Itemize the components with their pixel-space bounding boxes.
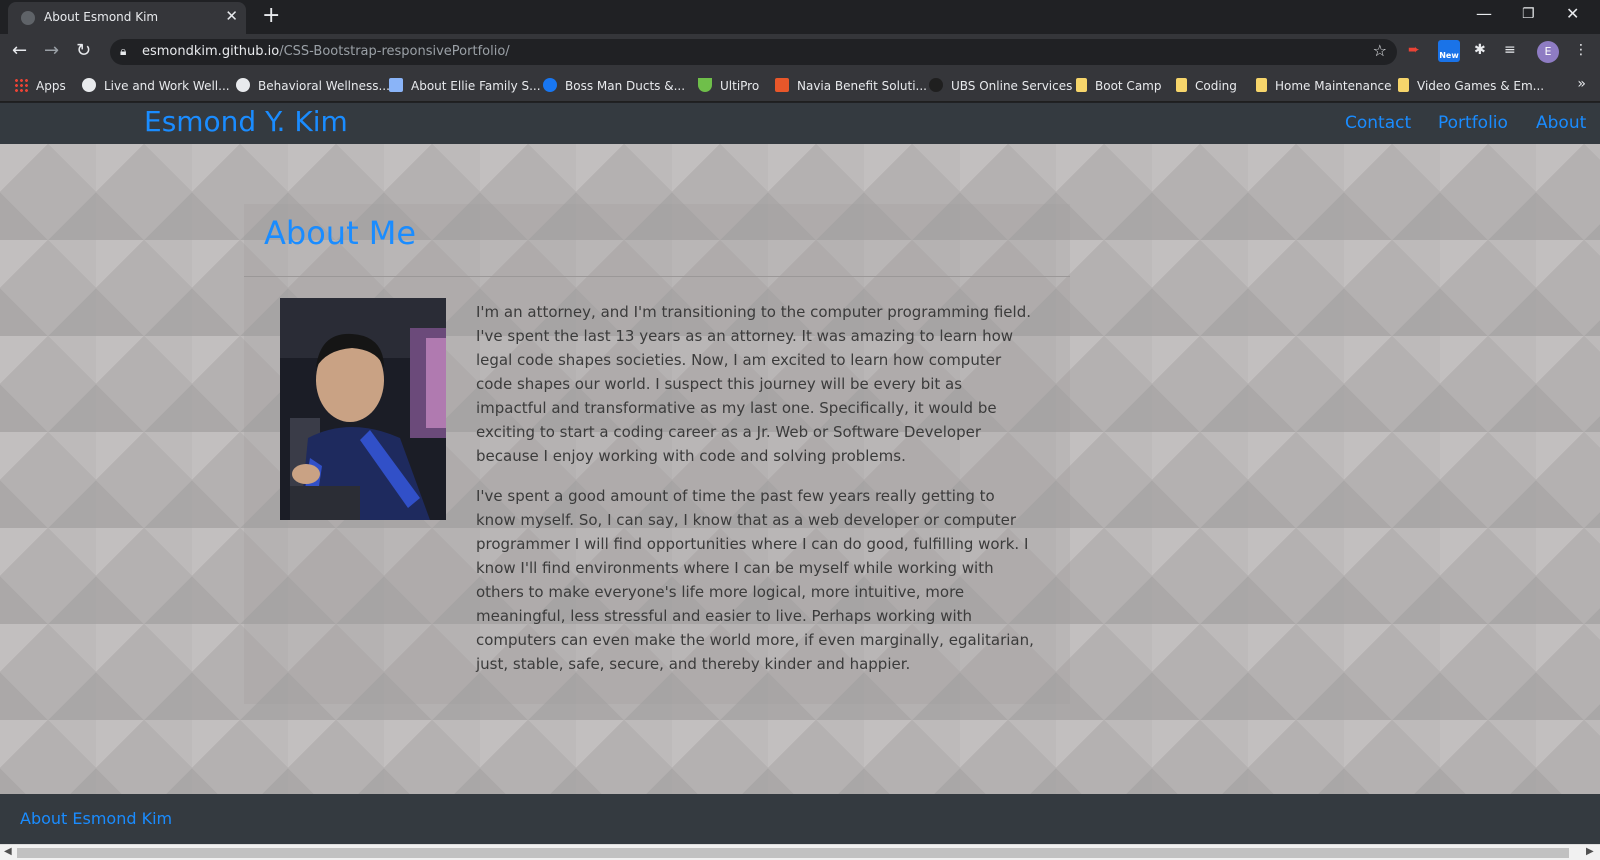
site-footer: About Esmond Kim [0, 794, 1600, 844]
globe-icon [236, 78, 250, 92]
bookmark-coding[interactable]: Coding [1176, 78, 1237, 93]
forward-icon[interactable]: → [44, 40, 59, 61]
scroll-right-icon[interactable]: ▶ [1586, 846, 1594, 857]
bookmark-ellie-family[interactable]: About Ellie Family S... [389, 78, 541, 93]
site-navbar: Esmond Y. Kim Contact Portfolio About [0, 103, 1600, 144]
apps-grid-icon [14, 78, 28, 92]
horizontal-scrollbar[interactable]: ◀ ▶ [0, 844, 1600, 860]
bio-text: I'm an attorney, and I'm transitioning t… [476, 300, 1036, 692]
bookmark-star-icon[interactable]: ☆ [1373, 41, 1387, 60]
extensions-puzzle-icon[interactable]: ✱ [1474, 42, 1486, 58]
main-content: About Me I'm an attorney, and I'm transi… [0, 144, 1600, 794]
profile-avatar[interactable]: E [1537, 41, 1559, 63]
bookmark-apps[interactable]: Apps [14, 78, 66, 93]
nav-portfolio[interactable]: Portfolio [1438, 113, 1508, 133]
close-tab-icon[interactable]: ✕ [225, 7, 238, 25]
menu-dots-icon[interactable]: ⋮ [1574, 42, 1588, 58]
scroll-left-icon[interactable]: ◀ [4, 846, 12, 857]
lock-icon: 🔒︎ [120, 44, 127, 58]
bookmark-ubs[interactable]: UBS Online Services [929, 78, 1072, 93]
folder-icon [1256, 78, 1267, 92]
tab-title: About Esmond Kim [44, 10, 159, 24]
globe-icon [82, 78, 96, 92]
folder-icon [1176, 78, 1187, 92]
folder-icon [1398, 78, 1409, 92]
bookmarks-bar: Apps Live and Work Well... Behavioral We… [0, 70, 1600, 102]
browser-tab-strip: About Esmond Kim ✕ + — ❐ ✕ [0, 0, 1600, 34]
extension-arrow-icon[interactable]: ➨ [1408, 42, 1420, 58]
bookmark-boot-camp[interactable]: Boot Camp [1076, 78, 1161, 93]
back-icon[interactable]: ← [12, 40, 27, 61]
site-brand[interactable]: Esmond Y. Kim [144, 105, 348, 138]
close-window-icon[interactable]: ✕ [1566, 4, 1579, 23]
about-card: About Me I'm an attorney, and I'm transi… [244, 204, 1070, 704]
nav-contact[interactable]: Contact [1345, 113, 1411, 133]
ultipro-icon [698, 78, 712, 92]
folder-icon [1076, 78, 1087, 92]
divider [244, 276, 1070, 277]
nav-about[interactable]: About [1536, 113, 1586, 133]
media-control-icon[interactable]: ≡ [1504, 42, 1516, 58]
bookmark-ultipro[interactable]: UltiPro [698, 78, 759, 93]
page-title: About Me [264, 214, 417, 252]
tab-favicon-icon [21, 11, 35, 25]
browser-tab[interactable]: About Esmond Kim ✕ [8, 2, 246, 34]
bio-paragraph: I've spent a good amount of time the pas… [476, 487, 1034, 673]
restore-icon[interactable]: ❐ [1522, 6, 1535, 22]
bio-paragraph: I'm an attorney, and I'm transitioning t… [476, 303, 1031, 465]
more-bookmarks-icon[interactable]: » [1577, 76, 1586, 92]
scrollbar-thumb[interactable] [17, 848, 1569, 858]
site-icon [389, 78, 403, 92]
facebook-icon [543, 78, 557, 92]
profile-photo [280, 298, 446, 520]
new-tab-icon[interactable]: + [262, 3, 280, 28]
footer-link-about[interactable]: About Esmond Kim [20, 809, 172, 828]
url-text: esmondkim.github.io/CSS-Bootstrap-respon… [142, 44, 510, 59]
bookmark-boss-man-ducts[interactable]: Boss Man Ducts &... [543, 78, 685, 93]
navia-icon [775, 78, 789, 92]
reload-icon[interactable]: ↻ [76, 40, 91, 61]
browser-toolbar: ← → ↻ 🔒︎ esmondkim.github.io/CSS-Bootstr… [0, 34, 1600, 70]
minimize-icon[interactable]: — [1476, 4, 1492, 23]
ubs-icon [929, 78, 943, 92]
bookmark-live-work-well[interactable]: Live and Work Well... [82, 78, 230, 93]
bookmark-navia[interactable]: Navia Benefit Soluti... [775, 78, 927, 93]
bookmark-video-games[interactable]: Video Games & Em... [1398, 78, 1544, 93]
extension-new-badge[interactable]: New [1438, 40, 1460, 62]
bookmark-behavioral-wellness[interactable]: Behavioral Wellness... [236, 78, 390, 93]
address-bar[interactable]: 🔒︎ esmondkim.github.io/CSS-Bootstrap-res… [110, 39, 1397, 65]
bookmark-home-maintenance[interactable]: Home Maintenance [1256, 78, 1392, 93]
